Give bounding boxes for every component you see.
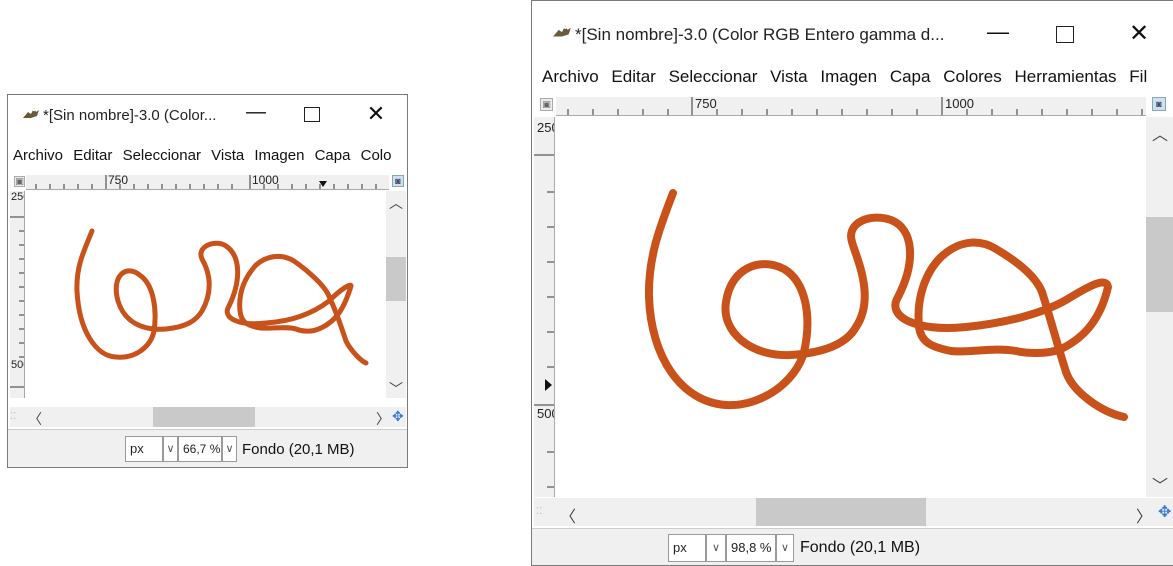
chevron-down-icon[interactable]: ∨ (776, 534, 794, 562)
ruler-label-500: 500 (537, 406, 554, 421)
status-bar: px ∨ 66,7 % ∨ Fondo (20,1 MB) (8, 429, 407, 467)
status-bar: px ∨ 98,8 % ∨ Fondo (20,1 MB) (532, 528, 1173, 565)
grip-icon: ⁚⁚ (10, 411, 17, 422)
menu-capa[interactable]: Capa (315, 147, 351, 164)
minimize-icon[interactable]: — (244, 101, 268, 124)
ruler-label-1000: 1000 (945, 97, 974, 111)
vertical-scroll-thumb[interactable] (1146, 217, 1173, 312)
quick-mask-icon[interactable]: ▣ (540, 98, 553, 111)
ruler-vertical: 250 500 (10, 191, 25, 398)
zoom-field[interactable]: 66,7 % (178, 436, 222, 462)
quick-mask-icon[interactable]: ▣ (14, 176, 25, 187)
chevron-up-icon[interactable]: ︿ (1146, 121, 1173, 145)
menu-archivo[interactable]: Archivo (13, 147, 63, 164)
menu-vista[interactable]: Vista (211, 147, 244, 164)
unit-select[interactable]: px (668, 534, 706, 562)
ruler-label-750: 750 (695, 97, 717, 111)
horizontal-scroll-thumb[interactable] (756, 498, 926, 526)
ruler-horizontal: 750 1000 (26, 175, 389, 190)
vertical-scroll-thumb[interactable] (386, 257, 406, 301)
chevron-right-icon[interactable]: 〉 (376, 409, 390, 429)
ruler-horizontal: 750 1000 (556, 97, 1146, 116)
zoom-field[interactable]: 98,8 % (726, 534, 776, 562)
menu-editar[interactable]: Editar (611, 67, 655, 87)
menu-colores[interactable]: Colores (943, 67, 1002, 87)
maximize-icon[interactable] (1056, 26, 1074, 43)
ruler-label-1000: 1000 (252, 175, 279, 187)
ruler-label-250: 250 (11, 191, 24, 203)
title-bar[interactable]: *[Sin nombre]-3.0 (Color... — ✕ (8, 95, 407, 135)
chevron-left-icon[interactable]: 〈 (560, 503, 576, 527)
window-title: *[Sin nombre]-3.0 (Color... (43, 107, 217, 124)
layer-status: Fondo (20,1 MB) (242, 441, 355, 458)
chevron-down-icon[interactable]: ∨ (222, 436, 237, 462)
unit-select[interactable]: px (125, 436, 163, 462)
menu-bar: Archivo Editar Seleccionar Vista Imagen … (532, 67, 1173, 91)
menu-vista[interactable]: Vista (770, 67, 808, 87)
drawn-stroke (74, 228, 369, 366)
horizontal-scroll-thumb[interactable] (153, 407, 255, 427)
chevron-down-icon[interactable]: ∨ (163, 436, 178, 462)
image-canvas[interactable] (26, 191, 386, 398)
gimp-wilber-icon (552, 23, 572, 44)
ruler-label-500: 500 (11, 359, 24, 371)
chevron-down-icon[interactable]: ﹀ (1146, 472, 1173, 496)
image-canvas[interactable] (556, 117, 1146, 497)
menu-imagen[interactable]: Imagen (254, 147, 304, 164)
move-navigate-icon[interactable]: ✥ (1158, 502, 1171, 522)
image-window-large: *[Sin nombre]-3.0 (Color RGB Entero gamm… (531, 0, 1173, 566)
layer-status: Fondo (20,1 MB) (800, 539, 921, 556)
menu-capa[interactable]: Capa (890, 67, 931, 87)
ruler-vertical: 250 500 (534, 117, 555, 497)
maximize-icon[interactable] (304, 107, 320, 122)
horizontal-scrollbar[interactable]: ⁚⁚ 〈 〉 ✥ (10, 407, 406, 427)
chevron-up-icon[interactable]: ︿ (386, 193, 406, 213)
menu-colores[interactable]: Colo (361, 147, 392, 164)
zoom-fit-icon[interactable]: ◙ (392, 175, 404, 187)
menu-seleccionar[interactable]: Seleccionar (669, 67, 758, 87)
zoom-fit-icon[interactable]: ◙ (1152, 97, 1166, 111)
move-navigate-icon[interactable]: ✥ (392, 408, 404, 425)
image-window-small: *[Sin nombre]-3.0 (Color... — ✕ Archivo … (7, 94, 408, 468)
vertical-scrollbar[interactable]: ︿ ﹀ (386, 191, 406, 398)
minimize-icon[interactable]: — (984, 19, 1012, 45)
drawn-stroke (644, 189, 1128, 421)
chevron-down-icon[interactable]: ﹀ (386, 379, 406, 399)
menu-filtros[interactable]: Fil (1129, 67, 1147, 87)
horizontal-scrollbar[interactable]: ⁚⁚ 〈 〉 ✥ (534, 498, 1173, 526)
ruler-label-750: 750 (108, 175, 129, 187)
chevron-right-icon[interactable]: 〉 (1136, 503, 1152, 527)
close-icon[interactable]: ✕ (364, 101, 388, 127)
menu-herramientas[interactable]: Herramientas (1015, 67, 1117, 87)
ruler-label-250: 250 (537, 120, 554, 135)
menu-archivo[interactable]: Archivo (542, 67, 599, 87)
window-title: *[Sin nombre]-3.0 (Color RGB Entero gamm… (575, 25, 945, 44)
menu-editar[interactable]: Editar (73, 147, 112, 164)
title-bar[interactable]: *[Sin nombre]-3.0 (Color RGB Entero gamm… (532, 1, 1173, 63)
menu-imagen[interactable]: Imagen (820, 67, 877, 87)
menu-bar: Archivo Editar Seleccionar Vista Imagen … (8, 147, 407, 169)
close-icon[interactable]: ✕ (1125, 19, 1153, 48)
chevron-left-icon[interactable]: 〈 (28, 409, 42, 429)
chevron-down-icon[interactable]: ∨ (706, 534, 726, 562)
gimp-wilber-icon (22, 106, 40, 125)
menu-seleccionar[interactable]: Seleccionar (123, 147, 201, 164)
grip-icon: ⁚⁚ (536, 506, 543, 517)
vertical-scrollbar[interactable]: ︿ ﹀ (1146, 117, 1173, 497)
